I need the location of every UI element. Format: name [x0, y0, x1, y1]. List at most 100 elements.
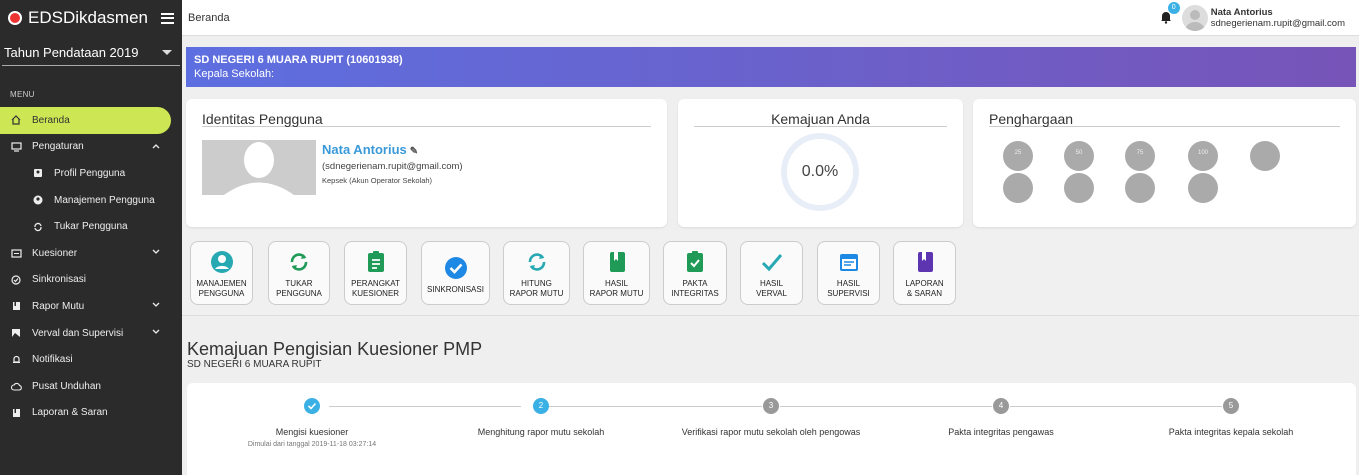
sidebar-menu: Beranda Pengaturan Profil Pengguna Manaj… — [0, 107, 182, 426]
sync-icon — [290, 253, 308, 271]
action-perangkat-kuesioner[interactable]: PERANGKAT KUESIONER — [344, 241, 407, 305]
sidebar-item-sinkronisasi[interactable]: Sinkronisasi — [0, 267, 182, 294]
sidebar-item-verval-supervisi[interactable]: Verval dan Supervisi — [0, 320, 182, 347]
identity-name: Nata Antorius ✎ — [322, 142, 418, 157]
year-select[interactable]: Tahun Pendataan 2019 — [2, 40, 180, 66]
chevron-up-icon — [152, 143, 160, 149]
book-icon — [10, 407, 22, 419]
sidebar-item-profil-pengguna[interactable]: Profil Pengguna — [0, 160, 182, 187]
award-label: 25 — [1014, 150, 1022, 156]
section-title: Kemajuan Pengisian Kuesioner PMP — [187, 339, 483, 359]
topbar: Beranda 0 Nata Antorius sdnegerienam.rup… — [182, 0, 1359, 36]
sidebar-item-tukar-pengguna[interactable]: Tukar Pengguna — [0, 213, 182, 240]
sidebar: EDSDikdasmen Tahun Pendataan 2019 MENU B… — [0, 0, 182, 475]
sidebar-item-manajemen-pengguna[interactable]: Manajemen Pengguna — [0, 187, 182, 214]
action-hitung-rapor-mutu[interactable]: HITUNG RAPOR MUTU — [503, 241, 570, 305]
sidebar-item-label: Profil Pengguna — [54, 167, 126, 179]
action-label: PAKTA INTEGRITAS — [671, 279, 719, 298]
book-icon — [917, 252, 933, 272]
sidebar-item-label: Kuesioner — [32, 247, 78, 259]
school-banner: SD NEGERI 6 MUARA RUPIT (10601938) Kepal… — [186, 47, 1356, 87]
sidebar-item-label: Manajemen Pengguna — [54, 194, 155, 206]
book-icon — [609, 252, 625, 272]
award-badge-flag — [1125, 173, 1155, 203]
progress-stepper: 2 3 4 5 Mengisi kuesioner Dimulai dari t… — [187, 383, 1356, 475]
calendar-icon — [839, 254, 858, 271]
award-badge-75: 75 — [1125, 141, 1155, 171]
check-circle-icon — [10, 274, 22, 286]
sidebar-item-label: Sinkronisasi — [32, 274, 86, 286]
action-label: HASIL SUPERVISI — [827, 279, 870, 298]
sidebar-item-pengaturan[interactable]: Pengaturan — [0, 134, 182, 161]
notification-button[interactable]: 0 — [1160, 1, 1180, 26]
action-manajemen-pengguna[interactable]: MANAJEMEN PENGGUNA — [190, 241, 253, 305]
action-hasil-supervisi[interactable]: HASIL SUPERVISI — [817, 241, 880, 305]
step-2-label: Menghitung rapor mutu sekolah — [477, 427, 605, 437]
action-pakta-integritas[interactable]: PAKTA INTEGRITAS — [663, 241, 727, 305]
award-badge-edit — [1064, 173, 1094, 203]
user-email: sdnegerienam.rupit@gmail.com — [1210, 17, 1345, 29]
identity-email: (sdnegerienam.rupit@gmail.com) — [322, 161, 463, 172]
action-label: LAPORAN & SARAN — [905, 279, 944, 298]
step-4-dot: 4 — [993, 398, 1009, 414]
account-circle-icon — [210, 251, 233, 273]
award-badge-document — [1003, 173, 1033, 203]
action-label: HASIL VERVAL — [756, 279, 787, 298]
brand-bar: EDSDikdasmen — [0, 0, 182, 36]
chevron-down-icon — [152, 249, 160, 255]
award-badge-runner — [1250, 141, 1280, 171]
account-circle-icon — [32, 194, 44, 206]
sidebar-item-beranda[interactable]: Beranda — [0, 107, 171, 134]
award-label: 50 — [1075, 150, 1083, 156]
sidebar-item-kuesioner[interactable]: Kuesioner — [0, 240, 182, 267]
action-hasil-rapor-mutu[interactable]: HASIL RAPOR MUTU — [583, 241, 650, 305]
profile-photo — [202, 140, 316, 195]
action-hasil-verval[interactable]: HASIL VERVAL — [740, 241, 803, 305]
kepala-sekolah-label: Kepala Sekolah: — [194, 68, 275, 80]
step-connector — [329, 406, 521, 407]
action-label: SINKRONISASI — [427, 285, 484, 294]
avatar[interactable] — [1181, 4, 1208, 31]
step-3-dot: 3 — [763, 398, 779, 414]
sync-icon — [528, 253, 545, 271]
clipboard-check-icon — [687, 251, 703, 272]
progress-ring: 0.0% — [781, 133, 859, 211]
step-connector — [780, 406, 992, 407]
sidebar-item-rapor-mutu[interactable]: Rapor Mutu — [0, 293, 182, 320]
action-sinkronisasi[interactable]: SINKRONISASI — [421, 241, 490, 305]
step-1-check-icon — [304, 398, 320, 414]
identity-card: Identitas Pengguna Nata Antorius ✎ (sdneg… — [186, 99, 667, 227]
sidebar-item-notifikasi[interactable]: Notifikasi — [0, 346, 182, 373]
app-logo — [8, 11, 22, 25]
action-strip: MANAJEMEN PENGGUNA TUKAR PENGGUNA PERANGKA… — [182, 230, 1359, 316]
action-label: MANAJEMEN PENGGUNA — [196, 279, 247, 298]
action-label: PERANGKAT KUESIONER — [351, 279, 400, 298]
section-subtitle: SD NEGERI 6 MUARA RUPIT — [187, 359, 322, 370]
check-circle-icon — [444, 257, 467, 279]
awards-card-title: Penghargaan — [989, 111, 1340, 127]
chevron-down-icon — [152, 329, 160, 335]
sidebar-item-laporan-saran[interactable]: Laporan & Saran — [0, 400, 182, 427]
action-label: HITUNG RAPOR MUTU — [509, 279, 564, 298]
action-tukar-pengguna[interactable]: TUKAR PENGGUNA — [268, 241, 330, 305]
action-laporan-saran[interactable]: LAPORAN & SARAN — [893, 241, 956, 305]
step-5-dot: 5 — [1223, 398, 1239, 414]
award-badge-thumbs — [1188, 173, 1218, 203]
step-4-label: Pakta integritas pengawas — [948, 427, 1054, 437]
step-connector — [1010, 406, 1222, 407]
identity-name-text: Nata Antorius — [322, 142, 407, 157]
menu-heading: MENU — [10, 90, 35, 99]
step-connector — [549, 406, 762, 407]
clipboard-list-icon — [367, 251, 384, 272]
step-1-label: Mengisi kuesioner — [275, 427, 349, 437]
edit-icon[interactable]: ✎ — [410, 146, 418, 157]
step-1-note: Dimulai dari tanggal 2019-11-18 03:27:14 — [247, 441, 377, 448]
bell-icon — [10, 354, 22, 366]
award-badge-50: 50 — [1064, 141, 1094, 171]
book-icon — [10, 300, 22, 312]
hamburger-menu-icon[interactable] — [161, 12, 174, 24]
action-label: HASIL RAPOR MUTU — [589, 279, 644, 298]
sidebar-item-pusat-unduhan[interactable]: Pusat Unduhan — [0, 373, 182, 400]
user-info[interactable]: Nata Antorius sdnegerienam.rupit@gmail.c… — [1211, 7, 1345, 29]
award-label: 75 — [1136, 150, 1144, 156]
